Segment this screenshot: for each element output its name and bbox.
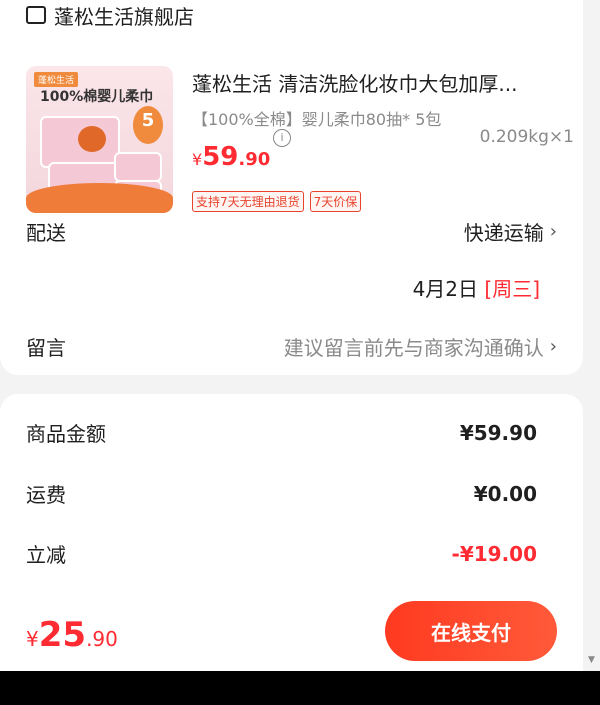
total-decimal: .90 [86,627,118,651]
product-spec[interactable]: 【100%全棉】婴儿柔巾80抽* 5包 [192,106,441,130]
product-thumbnail[interactable]: 蓬松生活 100%棉婴儿柔巾 5 [26,66,173,213]
delivery-date-text: 4月2日 [412,277,479,301]
checkout-bar: ¥ 25 .90 在线支付 [0,591,583,671]
product-weight: 0.209kg×1 [479,127,574,147]
delivery-date: 4月2日 [周三] [413,273,540,302]
store-header[interactable]: 蓬松生活旗舰店 [26,0,194,30]
tag-price-protection: 7天价保 [309,191,362,212]
thumb-badge: 5 [133,106,163,144]
product-price: ¥ 59 .90 [192,142,270,172]
summary-label: 商品金额 [26,422,106,446]
summary-value: ¥59.90 [459,420,537,445]
pay-online-button[interactable]: 在线支付 [385,601,557,661]
message-row[interactable]: 留言 建议留言前先与商家沟通确认 › [26,332,557,361]
screen-bottom-band [0,671,600,705]
total-currency: ¥ [26,627,39,651]
product-title[interactable]: 蓬松生活 清洁洗脸化妆巾大包加厚... [192,68,562,97]
message-label: 留言 [26,336,66,360]
summary-label: 运费 [26,483,66,507]
thumb-headline: 100%棉婴儿柔巾 [40,89,154,105]
price-decimal: .90 [238,149,271,170]
summary-value: ¥0.00 [473,481,537,506]
bear-icon [78,126,106,152]
delivery-method: 快递运输 [463,221,544,245]
chevron-right-icon: › [549,221,557,242]
thumb-brand: 蓬松生活 [34,72,79,87]
info-icon[interactable]: i [273,129,291,147]
service-tags: 支持7天无理由退货 7天价保 [192,191,362,212]
total-integer: 25 [38,615,87,655]
store-name: 蓬松生活旗舰店 [54,4,194,29]
price-integer: 59 [202,142,239,172]
message-placeholder[interactable]: 建议留言前先与商家沟通确认 [284,332,544,361]
thumb-plate [26,183,173,213]
total-price: ¥ 25 .90 [26,615,118,655]
delivery-row[interactable]: 配送 快递运输 › [26,217,557,246]
summary-row-shipping: 运费 ¥0.00 [26,479,557,508]
tag-return-policy: 支持7天无理由退货 [192,191,304,212]
store-icon [26,6,46,24]
delivery-weekday: [周三] [484,277,540,301]
summary-label: 立减 [26,543,66,567]
chevron-right-icon: › [549,336,557,357]
scroll-down-icon[interactable]: ▼ [588,655,595,665]
summary-value: -¥19.00 [451,541,537,566]
price-currency: ¥ [192,150,203,169]
summary-row-discount: 立减 -¥19.00 [26,539,557,568]
delivery-label: 配送 [26,221,66,245]
summary-row-goods: 商品金额 ¥59.90 [26,418,557,447]
thumb-pack [114,152,162,182]
